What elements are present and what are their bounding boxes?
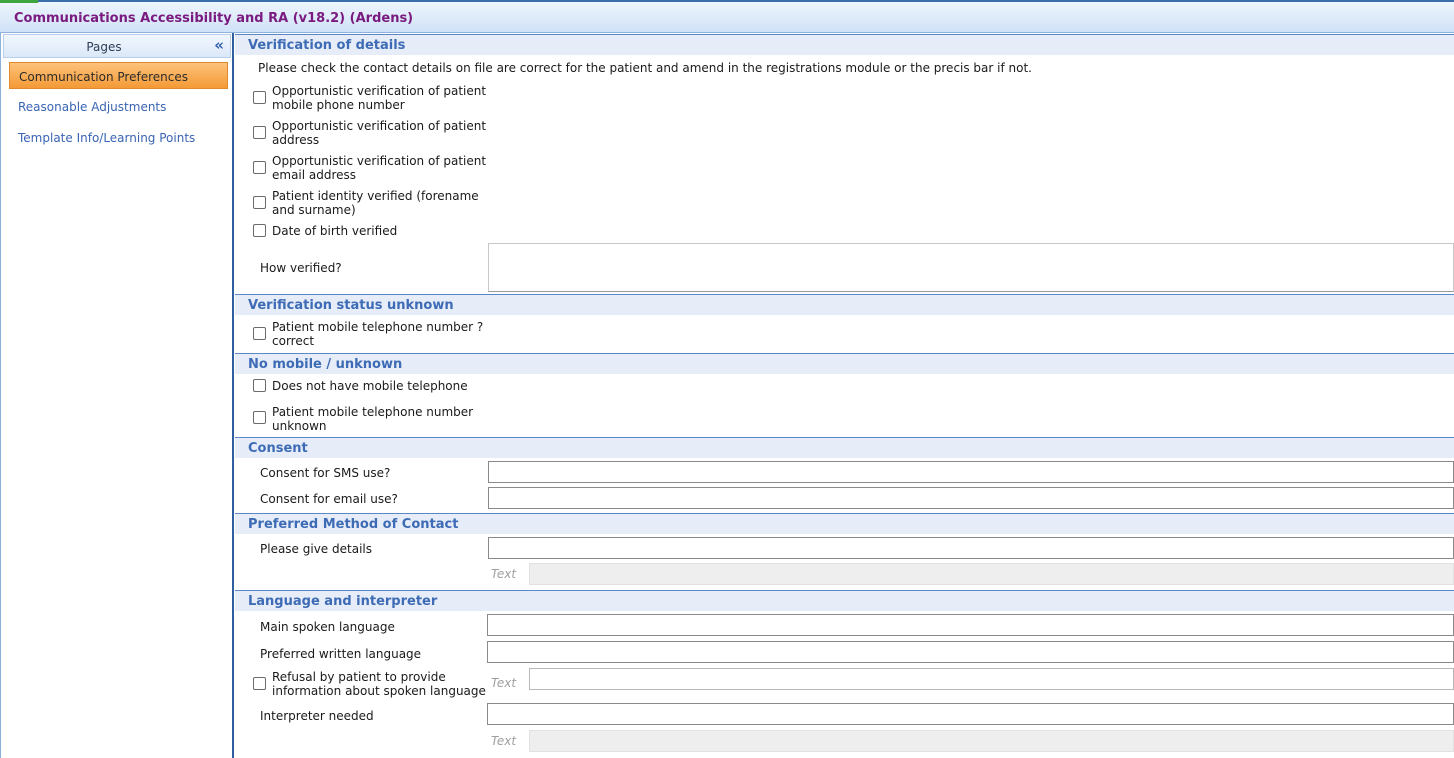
interpreter-needed-label: Interpreter needed <box>260 709 374 723</box>
pages-header: Pages « <box>3 34 231 58</box>
window-title: Communications Accessibility and RA (v18… <box>14 11 414 26</box>
contact-text-field <box>529 563 1454 585</box>
preferred-written-language-field[interactable] <box>487 641 1454 663</box>
section-header-preferred-contact: Preferred Method of Contact <box>235 513 1454 534</box>
checkbox-label: Refusal by patient to provide informatio… <box>272 670 486 698</box>
verify-email-checkbox[interactable] <box>253 161 266 174</box>
section-header-verification: Verification of details <box>235 34 1454 55</box>
window-titlebar: Communications Accessibility and RA (v18… <box>0 0 1454 33</box>
contact-details-label: Please give details <box>260 542 372 556</box>
section-header-no-mobile: No mobile / unknown <box>235 353 1454 374</box>
checkbox-label: Patient mobile telephone number ? correc… <box>272 320 484 348</box>
checkbox-label: Date of birth verified <box>272 224 398 238</box>
section-header-status-unknown: Verification status unknown <box>235 294 1454 315</box>
pages-sidebar: Pages « Communication Preferences Reason… <box>0 33 234 758</box>
main-spoken-language-field[interactable] <box>487 614 1454 636</box>
sidebar-item-communication-preferences[interactable]: Communication Preferences <box>9 62 228 89</box>
mobile-unknown-checkbox[interactable] <box>253 411 266 424</box>
window-accent-bar <box>0 0 38 3</box>
verify-mobile-checkbox[interactable] <box>253 91 266 104</box>
consent-email-label: Consent for email use? <box>260 492 398 506</box>
checkbox-label: Does not have mobile telephone <box>272 379 468 393</box>
section-header-language: Language and interpreter <box>235 590 1454 611</box>
refusal-text-field[interactable] <box>529 668 1454 690</box>
pages-header-label: Pages <box>86 40 122 54</box>
sidebar-item-template-info[interactable]: Template Info/Learning Points <box>9 124 228 151</box>
mobile-number-correct-checkbox[interactable] <box>253 327 266 340</box>
consent-sms-field[interactable] <box>488 461 1454 483</box>
collapse-sidebar-icon[interactable]: « <box>214 36 224 54</box>
interpreter-text-hint: Text <box>491 734 517 748</box>
form-content: Verification of details Please check the… <box>235 33 1454 758</box>
sidebar-item-reasonable-adjustments[interactable]: Reasonable Adjustments <box>9 93 228 120</box>
no-mobile-checkbox[interactable] <box>253 379 266 392</box>
how-verified-textarea[interactable] <box>488 243 1454 292</box>
consent-sms-label: Consent for SMS use? <box>260 466 391 480</box>
contact-text-hint: Text <box>491 567 517 581</box>
consent-email-field[interactable] <box>488 487 1454 509</box>
verification-instruction: Please check the contact details on file… <box>258 61 1032 75</box>
checkbox-label: Opportunistic verification of patient mo… <box>272 84 487 112</box>
interpreter-text-field <box>529 730 1454 752</box>
checkbox-label: Opportunistic verification of patient ad… <box>272 119 487 147</box>
interpreter-needed-field[interactable] <box>487 703 1454 725</box>
checkbox-label: Patient identity verified (forename and … <box>272 189 479 217</box>
contact-details-field[interactable] <box>488 537 1454 559</box>
how-verified-label: How verified? <box>260 261 342 275</box>
main-spoken-language-label: Main spoken language <box>260 620 395 634</box>
checkbox-label: Opportunistic verification of patient em… <box>272 154 487 182</box>
refusal-text-hint: Text <box>491 676 517 690</box>
checkbox-label: Patient mobile telephone number unknown <box>272 405 474 433</box>
dob-verified-checkbox[interactable] <box>253 224 266 237</box>
identity-verified-checkbox[interactable] <box>253 196 266 209</box>
preferred-written-language-label: Preferred written language <box>260 647 422 661</box>
section-header-consent: Consent <box>235 437 1454 458</box>
verify-address-checkbox[interactable] <box>253 126 266 139</box>
refusal-spoken-language-checkbox[interactable] <box>253 677 266 690</box>
